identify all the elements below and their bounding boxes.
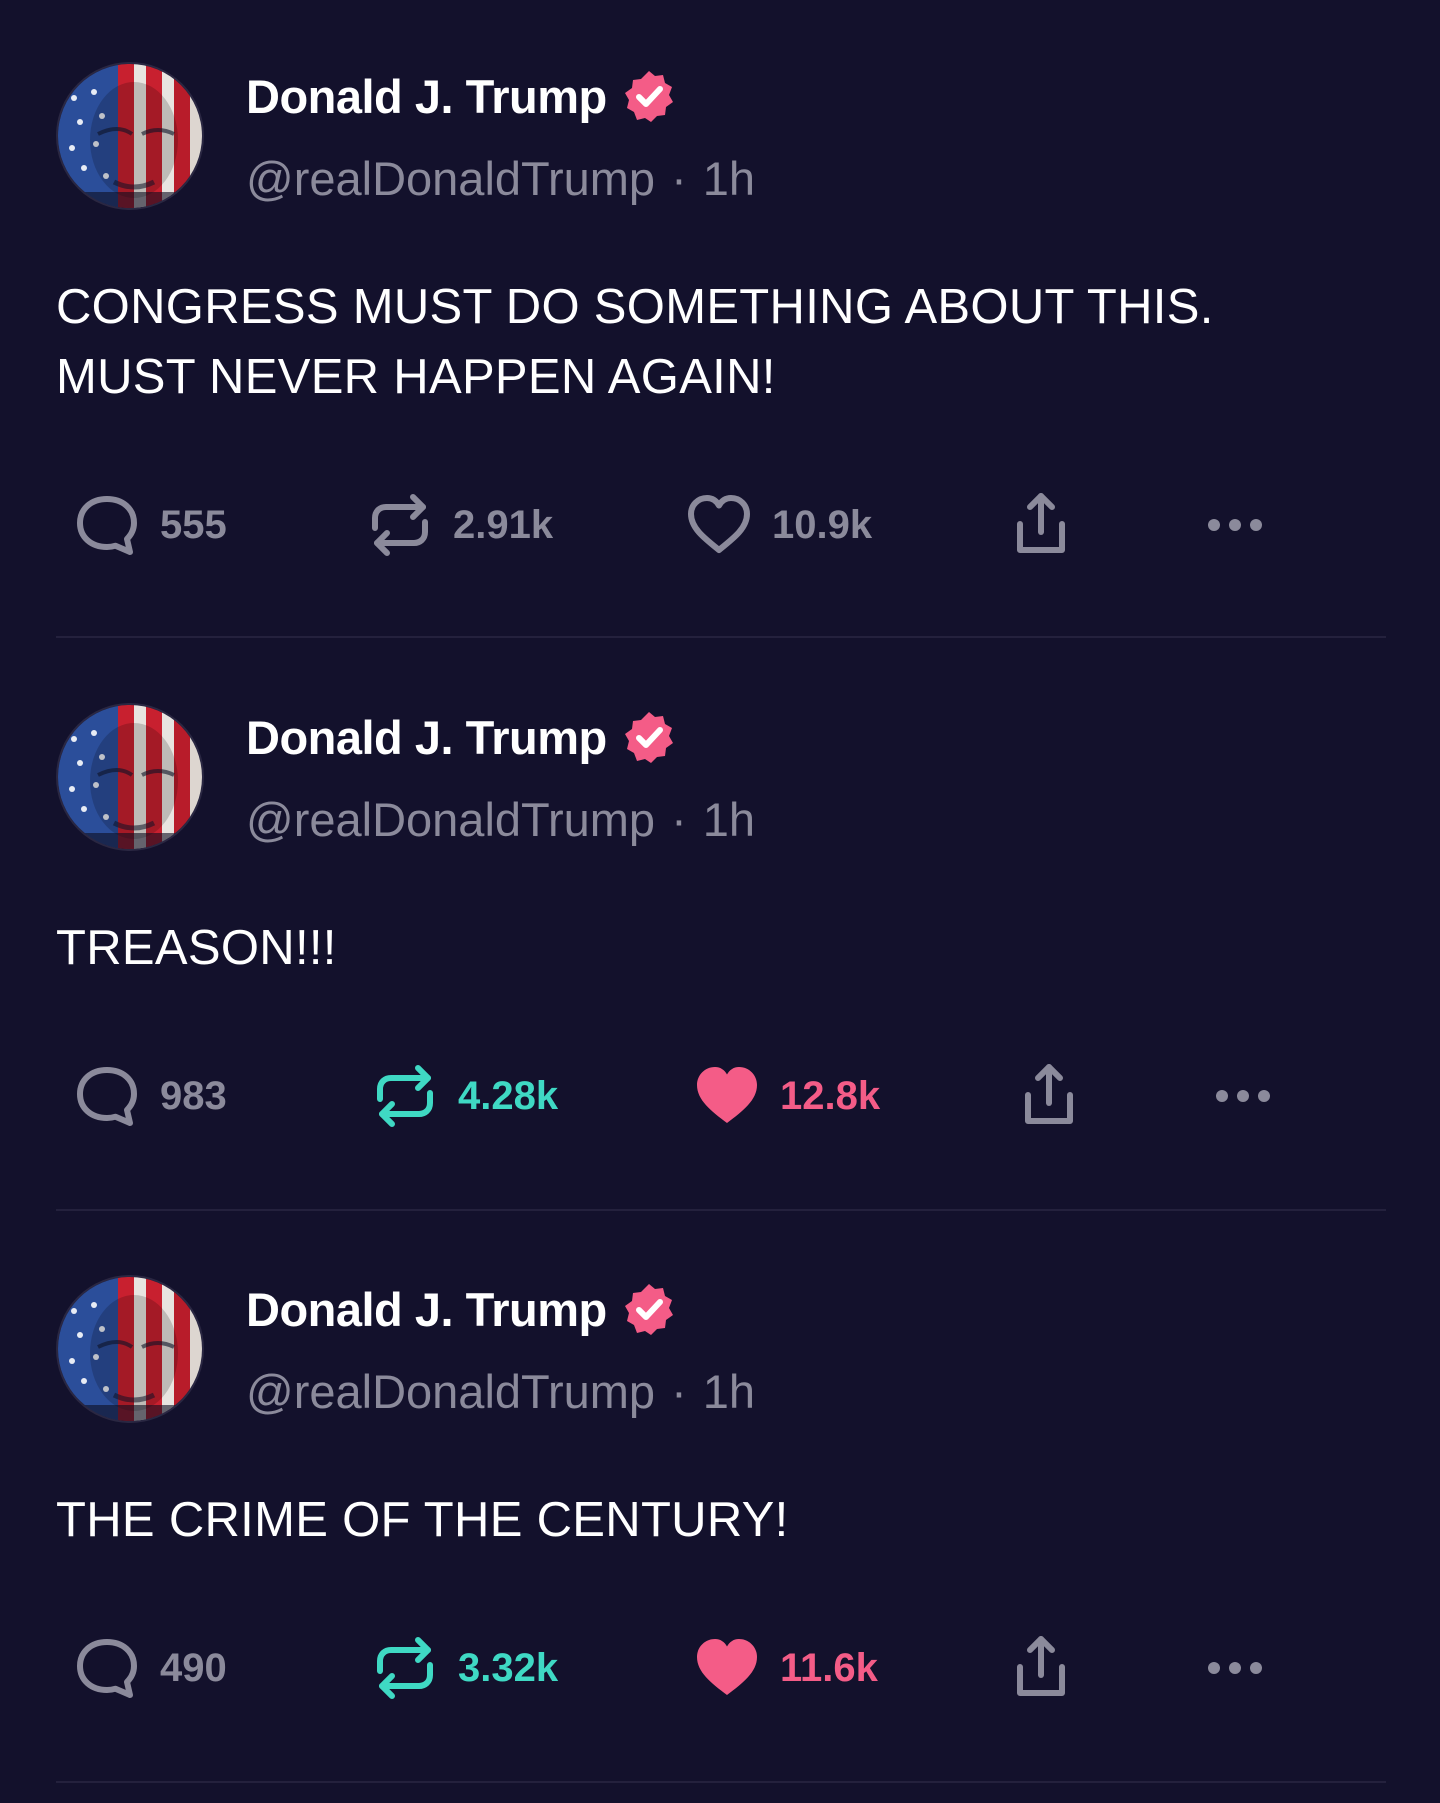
reply-icon (72, 1633, 142, 1703)
post-text-line: THE CRIME OF THE CENTURY! (56, 1493, 789, 1547)
retweet-icon (370, 1633, 440, 1703)
more-options-button[interactable] (1200, 485, 1270, 565)
share-button[interactable] (1006, 485, 1076, 565)
verified-badge-icon (621, 1281, 677, 1337)
post-text-line: TREASON!!! (56, 921, 337, 975)
more-options-button[interactable] (1208, 1056, 1278, 1136)
like-count: 10.9k (772, 502, 873, 547)
post-meta: @realDonaldTrump · 1h (246, 789, 755, 849)
ellipsis-icon (1200, 1633, 1270, 1703)
meta-separator: · (671, 1364, 687, 1418)
author-name[interactable]: Donald J. Trump (246, 69, 607, 124)
post-meta: @realDonaldTrump · 1h (246, 1361, 755, 1421)
retweet-count: 2.91k (453, 502, 554, 547)
post-timestamp[interactable]: 1h (703, 151, 755, 206)
avatar[interactable] (56, 62, 204, 210)
action-bar: 555 2.91k 10.9k (0, 485, 1440, 565)
more-options-button[interactable] (1200, 1628, 1270, 1708)
post-text: TREASON!!! (56, 913, 1386, 983)
reply-icon (72, 490, 142, 560)
retweet-button[interactable]: 3.32k (370, 1628, 558, 1708)
like-button[interactable]: 12.8k (692, 1056, 880, 1136)
post[interactable]: Donald J. Trump @realDonaldTrump · 1h TH… (0, 1213, 1440, 1785)
retweet-count: 4.28k (458, 1073, 559, 1118)
meta-separator: · (671, 792, 687, 846)
ellipsis-icon (1200, 490, 1270, 560)
meta-separator: · (671, 151, 687, 205)
author-handle[interactable]: @realDonaldTrump (246, 151, 655, 206)
author-row: Donald J. Trump (246, 1279, 677, 1339)
author-name[interactable]: Donald J. Trump (246, 710, 607, 765)
author-name[interactable]: Donald J. Trump (246, 1282, 607, 1337)
like-button[interactable]: 10.9k (684, 485, 872, 565)
action-bar: 983 4.28k 12.8k (0, 1056, 1440, 1136)
share-icon (1014, 1061, 1084, 1131)
heart-icon (692, 1061, 762, 1131)
retweet-count: 3.32k (458, 1645, 559, 1690)
post-text-line: CONGRESS MUST DO SOMETHING ABOUT THIS. (56, 280, 1214, 334)
retweet-button[interactable]: 4.28k (370, 1056, 558, 1136)
post-timestamp[interactable]: 1h (703, 1364, 755, 1419)
author-handle[interactable]: @realDonaldTrump (246, 1364, 655, 1419)
post-text: CONGRESS MUST DO SOMETHING ABOUT THIS. M… (56, 272, 1386, 412)
reply-count: 983 (160, 1073, 227, 1118)
heart-icon (692, 1633, 762, 1703)
post-meta: @realDonaldTrump · 1h (246, 148, 755, 208)
like-count: 11.6k (780, 1645, 878, 1690)
like-count: 12.8k (780, 1073, 881, 1118)
reply-icon (72, 1061, 142, 1131)
reply-button[interactable]: 983 (72, 1056, 227, 1136)
share-button[interactable] (1006, 1628, 1076, 1708)
avatar[interactable] (56, 1275, 204, 1423)
verified-badge-icon (621, 68, 677, 124)
divider (56, 1781, 1386, 1783)
reply-button[interactable]: 555 (72, 485, 227, 565)
verified-badge-icon (621, 709, 677, 765)
like-button[interactable]: 11.6k (692, 1628, 878, 1708)
reply-button[interactable]: 490 (72, 1628, 227, 1708)
ellipsis-icon (1208, 1061, 1278, 1131)
divider (56, 636, 1386, 638)
reply-count: 490 (160, 1645, 227, 1690)
post[interactable]: Donald J. Trump @realDonaldTrump · 1h CO… (0, 0, 1440, 638)
share-icon (1006, 1633, 1076, 1703)
post-text: THE CRIME OF THE CENTURY! (56, 1485, 1386, 1555)
retweet-icon (370, 1061, 440, 1131)
reply-count: 555 (160, 502, 227, 547)
share-icon (1006, 490, 1076, 560)
share-button[interactable] (1014, 1056, 1084, 1136)
action-bar: 490 3.32k 11.6k (0, 1628, 1440, 1708)
author-row: Donald J. Trump (246, 66, 677, 126)
author-row: Donald J. Trump (246, 707, 677, 767)
retweet-button[interactable]: 2.91k (365, 485, 553, 565)
post[interactable]: Donald J. Trump @realDonaldTrump · 1h TR… (0, 641, 1440, 1213)
divider (56, 1209, 1386, 1211)
author-handle[interactable]: @realDonaldTrump (246, 792, 655, 847)
post-text-line: MUST NEVER HAPPEN AGAIN! (56, 350, 776, 404)
avatar[interactable] (56, 703, 204, 851)
heart-icon (684, 490, 754, 560)
post-feed: Donald J. Trump @realDonaldTrump · 1h CO… (0, 0, 1440, 1803)
post-timestamp[interactable]: 1h (703, 792, 755, 847)
retweet-icon (365, 490, 435, 560)
